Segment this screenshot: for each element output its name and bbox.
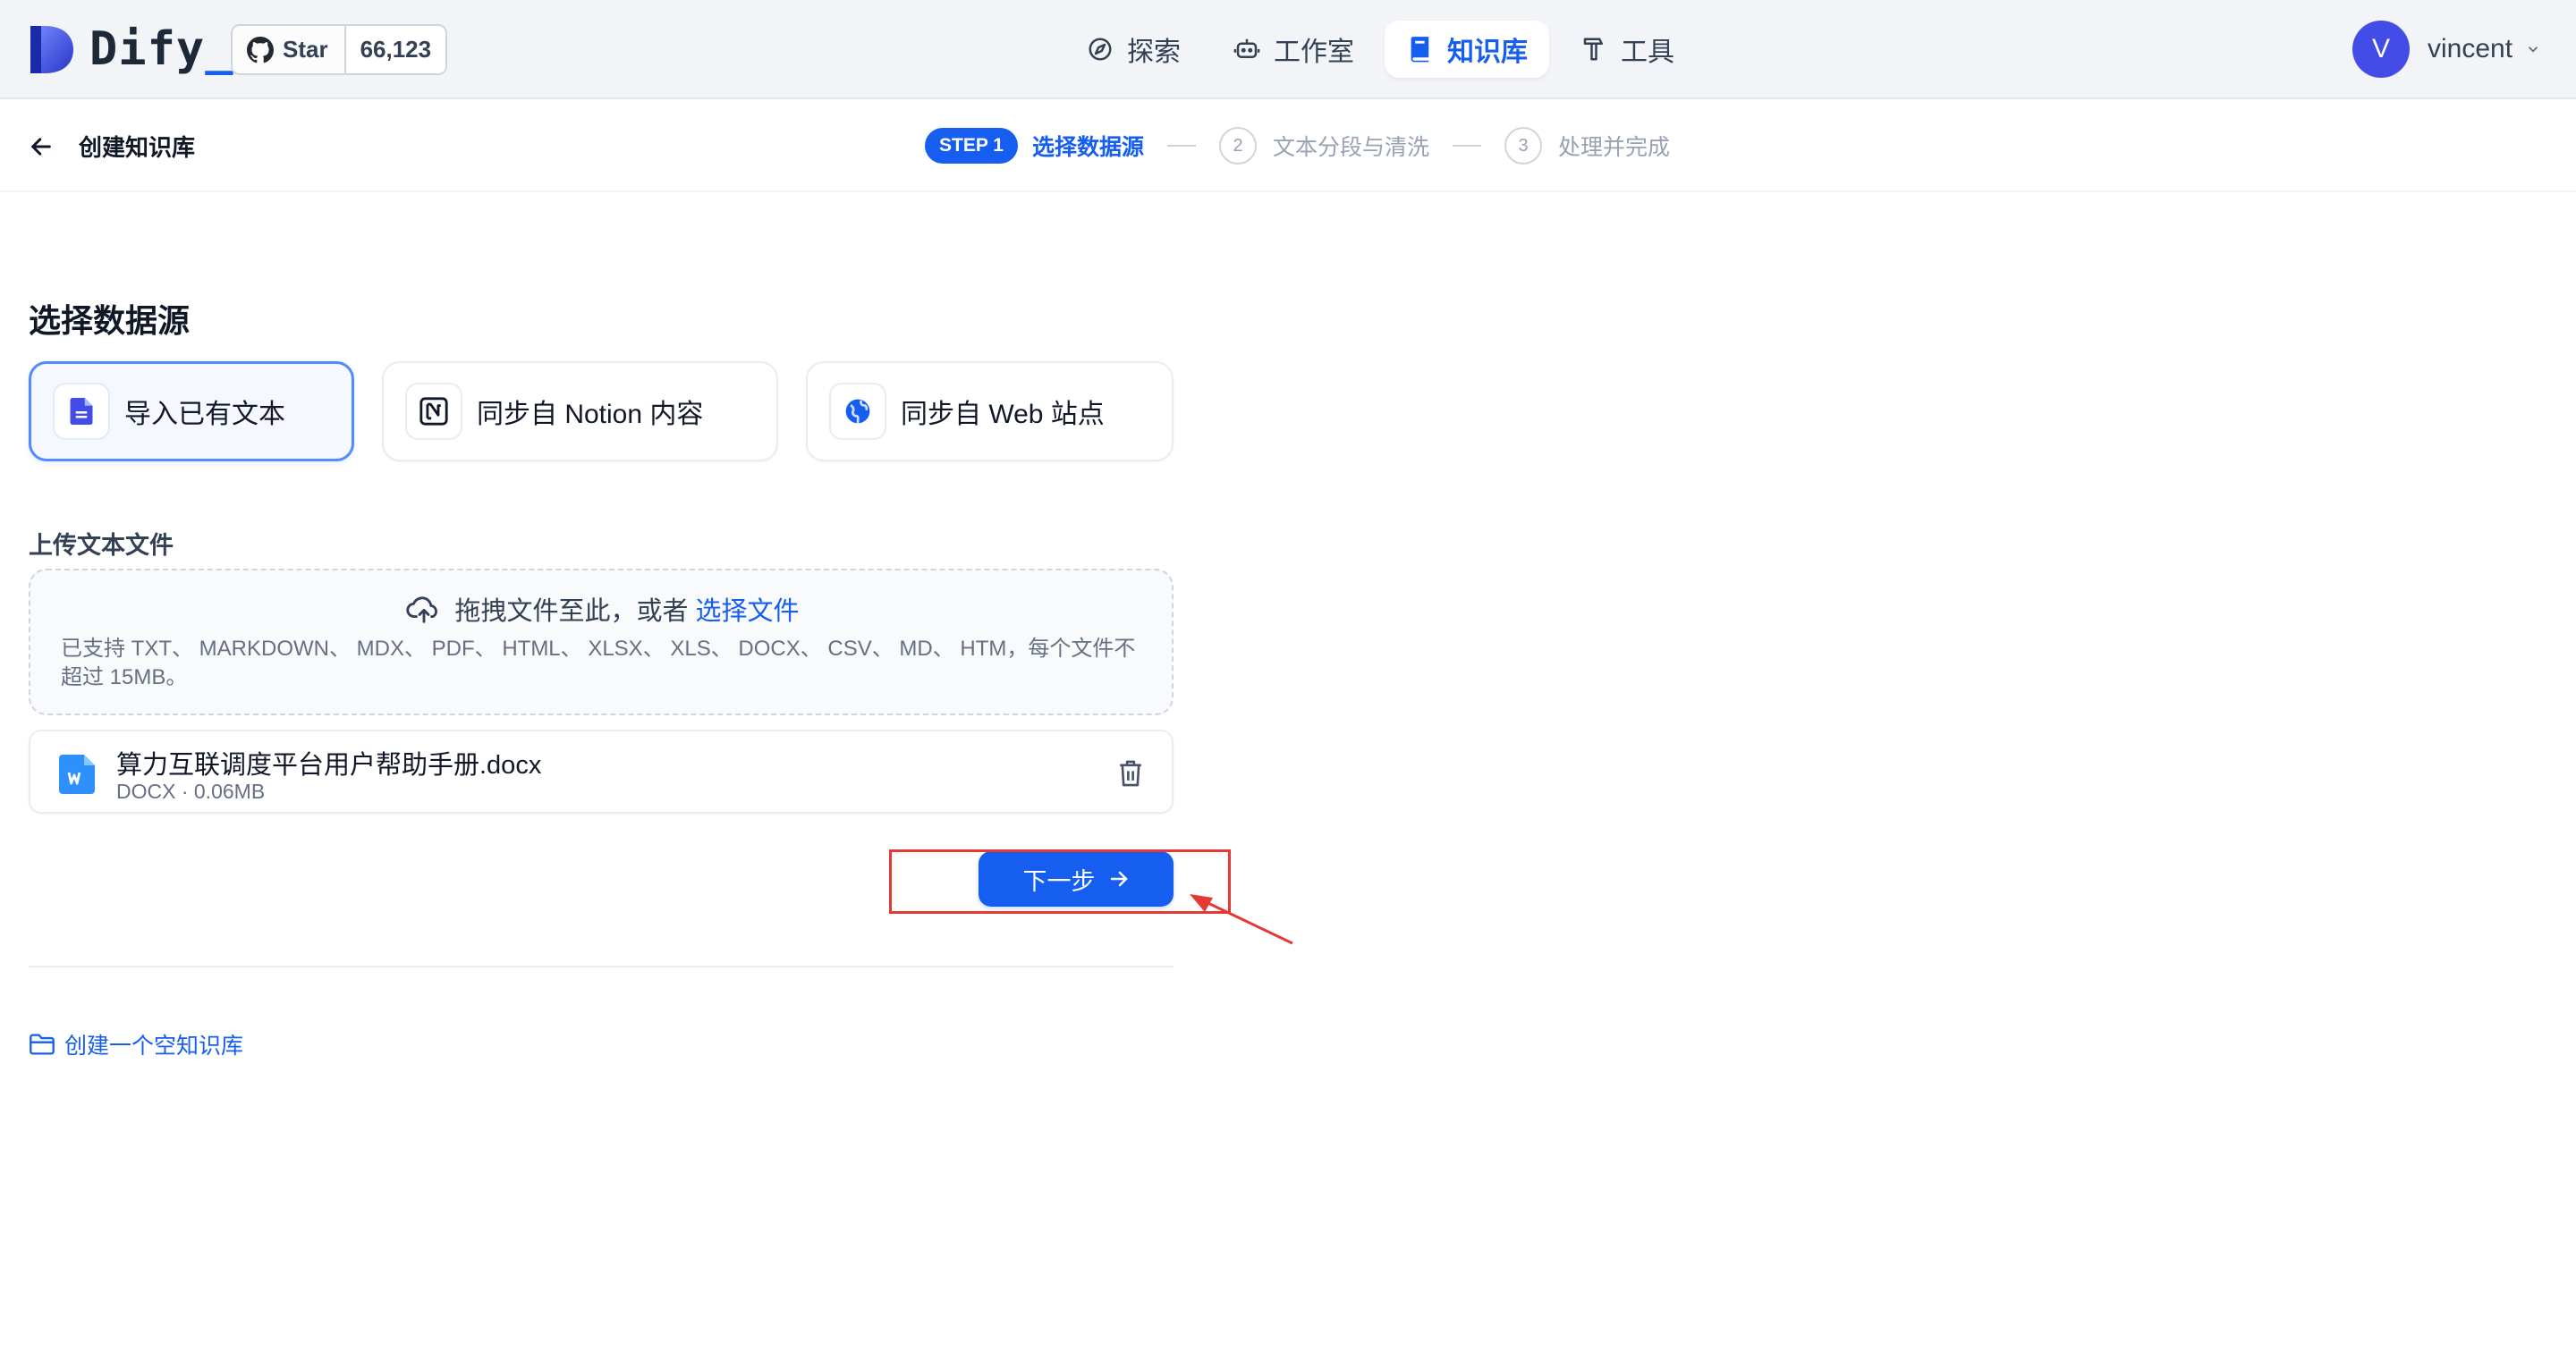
- file-dropzone[interactable]: 拖拽文件至此，或者 选择文件 已支持 TXT、 MARKDOWN、 MDX、 P…: [29, 569, 1174, 715]
- dify-logo[interactable]: Dify_: [29, 24, 234, 75]
- file-text-icon: [53, 383, 110, 440]
- source-option-file-label: 导入已有文本: [124, 400, 285, 429]
- github-star-label: Star: [283, 36, 328, 63]
- hammer-icon: [1580, 35, 1608, 63]
- cloud-upload-icon: [406, 596, 438, 623]
- supported-formats-text: 已支持 TXT、 MARKDOWN、 MDX、 PDF、 HTML、 XLSX、…: [61, 637, 1136, 689]
- main-nav: 探索 工作室 知识库 工具: [1064, 21, 1705, 78]
- nav-studio-label: 工作室: [1274, 38, 1354, 67]
- docx-file-icon: [59, 755, 95, 794]
- github-icon: [247, 36, 274, 63]
- github-star-button[interactable]: Star: [233, 26, 346, 73]
- dropzone-prompt: 拖拽文件至此，或者 选择文件: [30, 590, 1175, 628]
- username[interactable]: vincent: [2428, 34, 2512, 64]
- step-3-label: 处理并完成: [1558, 135, 1671, 160]
- divider: [29, 966, 1174, 967]
- dify-logo-icon: [30, 26, 73, 73]
- dropzone-text: 拖拽文件至此，或者: [454, 597, 689, 626]
- annotation-highlight-box: [889, 849, 1231, 914]
- file-name: 算力互联调度平台用户帮助手册.docx: [116, 751, 542, 780]
- trash-icon[interactable]: [1116, 758, 1145, 789]
- book-icon: [1406, 35, 1435, 63]
- select-file-link[interactable]: 选择文件: [696, 590, 800, 628]
- step-3-badge: 3: [1504, 127, 1543, 165]
- github-star-widget[interactable]: Star 66,123: [231, 24, 448, 75]
- chevron-down-icon: [2528, 46, 2538, 53]
- compass-icon: [1086, 35, 1114, 63]
- nav-studio[interactable]: 工作室: [1211, 21, 1376, 78]
- nav-knowledge-label: 知识库: [1447, 38, 1528, 67]
- arrow-left-icon: [30, 137, 51, 156]
- annotation-arrow: [1190, 894, 1293, 945]
- folder-icon: [30, 1034, 55, 1055]
- file-meta: DOCX · 0.06MB: [116, 780, 266, 803]
- nav-explore[interactable]: 探索: [1064, 21, 1202, 78]
- page-title: 创建知识库: [79, 134, 196, 161]
- dify-logo-text: Dify_: [89, 22, 234, 76]
- globe-icon: [829, 383, 886, 440]
- step-2-label: 文本分段与清洗: [1273, 135, 1430, 160]
- robot-icon: [1233, 35, 1261, 63]
- step-separator: [1453, 145, 1482, 147]
- source-option-web[interactable]: 同步自 Web 站点: [806, 361, 1174, 461]
- notion-icon: [405, 383, 462, 440]
- step-header: 创建知识库 STEP 1 选择数据源 2 文本分段与清洗 3 处理并完成: [0, 99, 2576, 192]
- step-1-label: 选择数据源: [1031, 135, 1144, 160]
- user-menu[interactable]: V vincent: [2352, 21, 2541, 78]
- create-empty-knowledge-link[interactable]: 创建一个空知识库: [29, 1028, 243, 1060]
- avatar[interactable]: V: [2352, 21, 2410, 78]
- stepper: STEP 1 选择数据源 2 文本分段与清洗 3 处理并完成: [925, 126, 1670, 165]
- source-option-notion-label: 同步自 Notion 内容: [477, 400, 704, 429]
- step-separator: [1167, 145, 1196, 147]
- nav-tools-label: 工具: [1621, 38, 1674, 67]
- back-button[interactable]: 创建知识库: [29, 130, 195, 163]
- step-1-badge: STEP 1: [925, 128, 1018, 164]
- section-title: 选择数据源: [29, 302, 191, 339]
- nav-knowledge[interactable]: 知识库: [1385, 21, 1549, 78]
- top-navigation-bar: Dify_ Star 66,123 探索 工作室 知识库 工具 V vincen…: [0, 0, 2576, 99]
- create-empty-knowledge-label: 创建一个空知识库: [64, 1034, 244, 1059]
- uploaded-file-item[interactable]: 算力互联调度平台用户帮助手册.docx DOCX · 0.06MB: [29, 730, 1174, 814]
- nav-explore-label: 探索: [1127, 38, 1181, 67]
- step-2-badge: 2: [1219, 127, 1257, 165]
- github-star-count[interactable]: 66,123: [346, 26, 446, 73]
- nav-tools[interactable]: 工具: [1558, 21, 1696, 78]
- source-option-web-label: 同步自 Web 站点: [901, 400, 1105, 429]
- source-option-file[interactable]: 导入已有文本: [29, 361, 354, 461]
- upload-section-title: 上传文本文件: [29, 532, 174, 559]
- source-option-notion[interactable]: 同步自 Notion 内容: [382, 361, 778, 461]
